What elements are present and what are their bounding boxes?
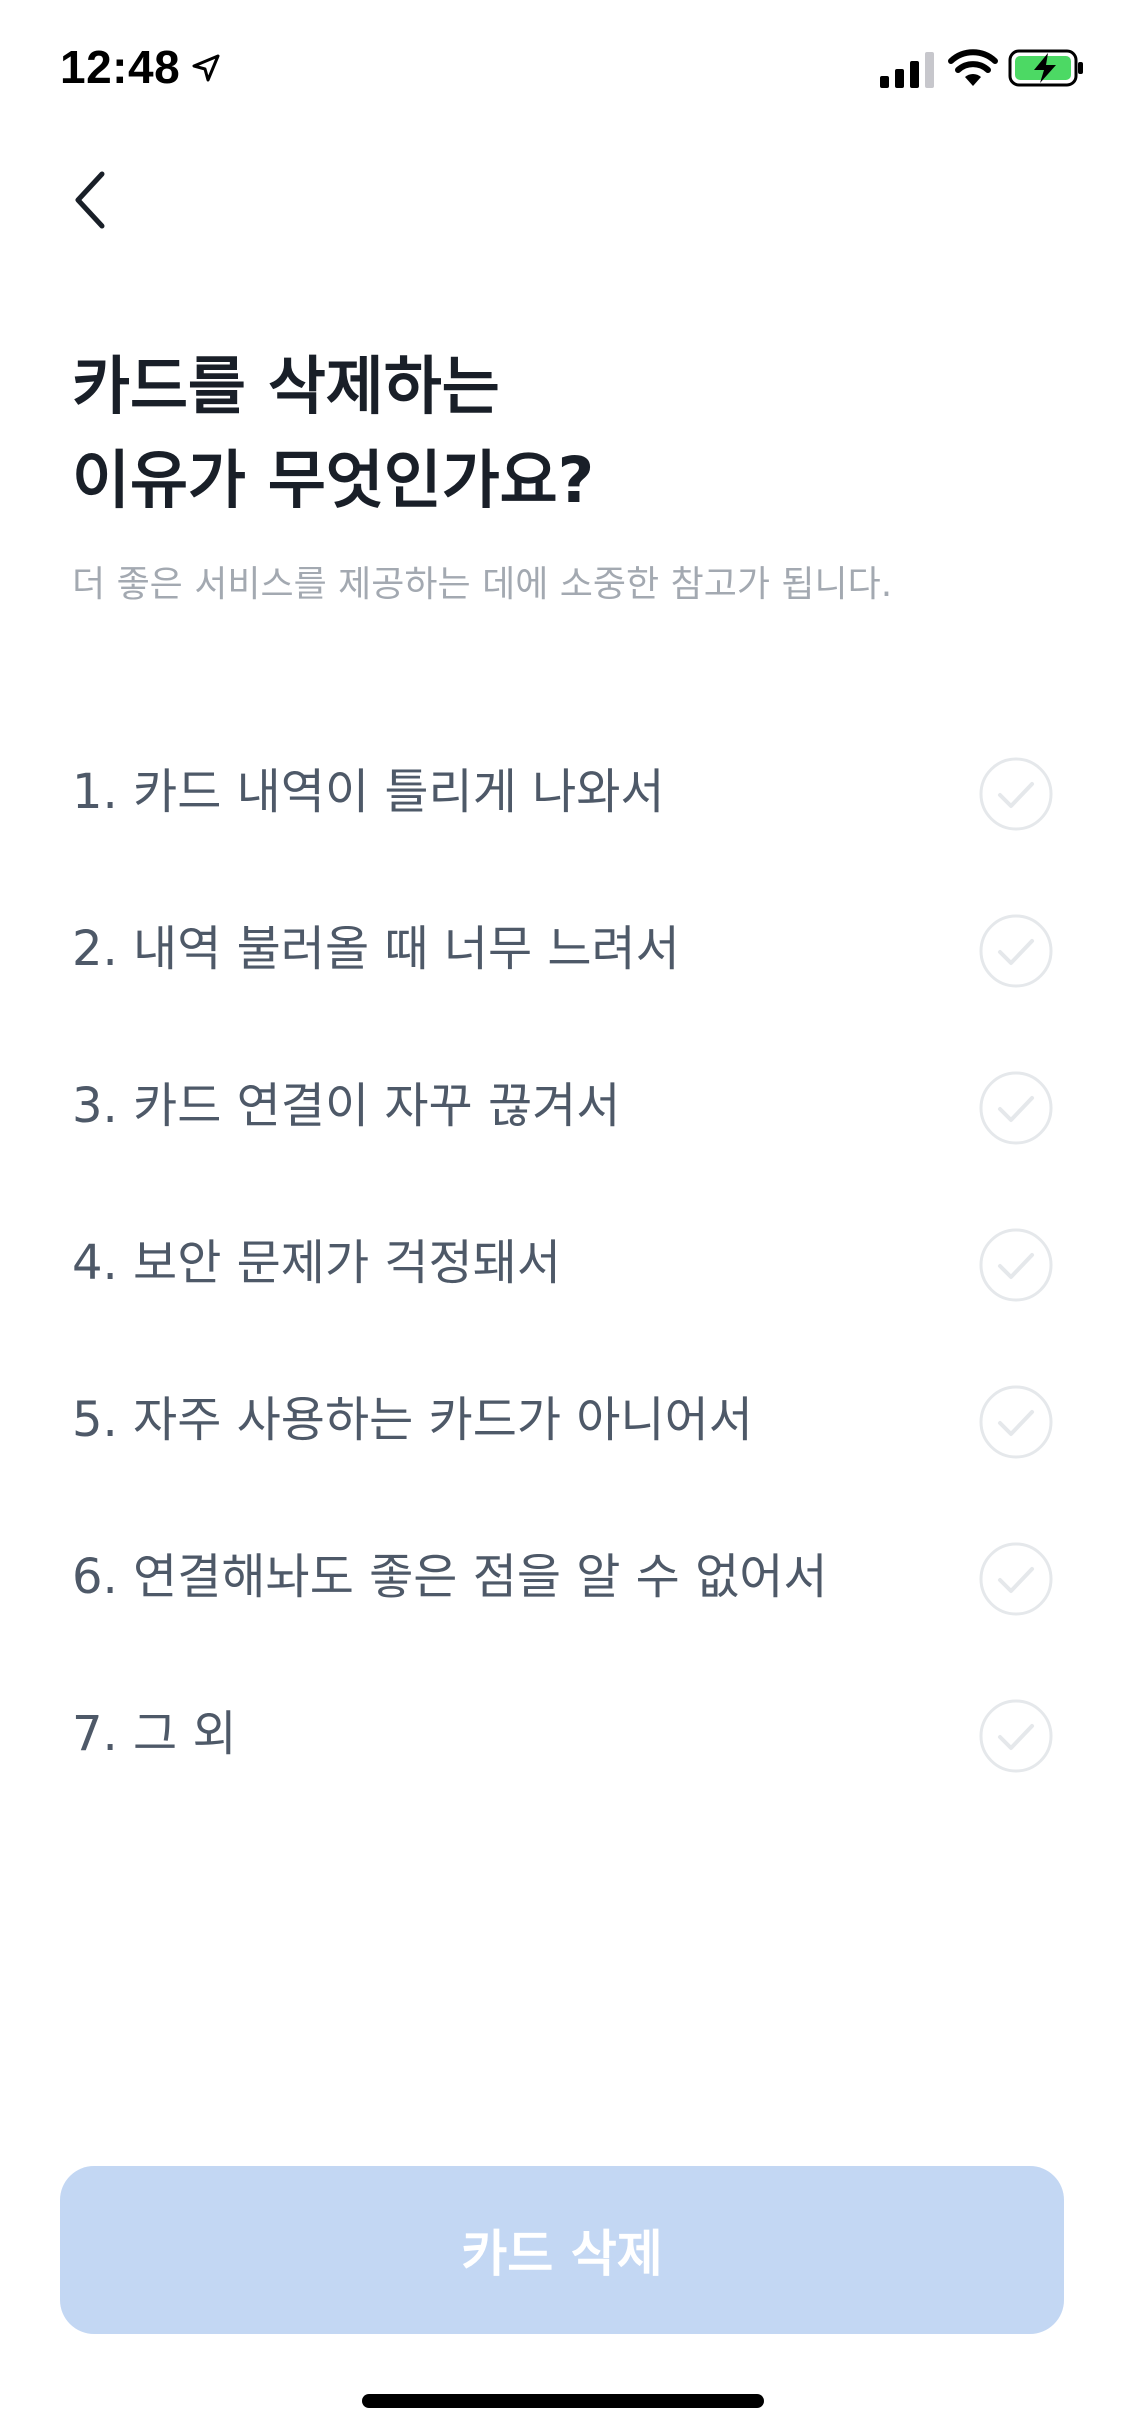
- option-label: 7. 그 외: [72, 1706, 237, 1762]
- delete-card-button-label: 카드 삭제: [461, 2225, 663, 2283]
- option-label: 3. 카드 연결이 자꾸 끊겨서: [72, 1078, 621, 1134]
- check-circle-icon[interactable]: [978, 1227, 1054, 1303]
- location-arrow-icon: [192, 54, 220, 82]
- page-title-line-1: 카드를 삭제하는: [72, 350, 500, 423]
- check-circle-icon[interactable]: [978, 1541, 1054, 1617]
- check-circle-icon[interactable]: [978, 756, 1054, 832]
- reason-option-3[interactable]: 3. 카드 연결이 자꾸 끊겨서: [0, 1030, 1125, 1187]
- option-label: 6. 연결해놔도 좋은 점을 알 수 없어서: [72, 1549, 828, 1605]
- page-title: 카드를 삭제하는 이유가 무엇인가요?: [72, 340, 1052, 528]
- reason-option-7[interactable]: 7. 그 외: [0, 1658, 1125, 1815]
- chevron-left-icon: [75, 171, 105, 229]
- status-time: 12:48: [60, 41, 181, 93]
- wifi-icon: [948, 49, 998, 86]
- reason-option-2[interactable]: 2. 내역 불러올 때 너무 느려서: [0, 873, 1125, 1030]
- check-circle-icon[interactable]: [978, 1698, 1054, 1774]
- option-label: 4. 보안 문제가 걱정돼서: [72, 1235, 562, 1291]
- home-indicator: [362, 2394, 764, 2408]
- delete-card-button[interactable]: 카드 삭제: [60, 2166, 1064, 2334]
- page-subtitle: 더 좋은 서비스를 제공하는 데에 소중한 참고가 됩니다.: [72, 564, 893, 605]
- reason-option-4[interactable]: 4. 보안 문제가 걱정돼서: [0, 1187, 1125, 1344]
- option-label: 1. 카드 내역이 틀리게 나와서: [72, 764, 665, 820]
- reason-option-list: 1. 카드 내역이 틀리게 나와서 2. 내역 불러올 때 너무 느려서 3. …: [0, 716, 1125, 1815]
- cellular-signal-icon: [880, 52, 934, 88]
- option-label: 5. 자주 사용하는 카드가 아니어서: [72, 1392, 753, 1448]
- reason-option-6[interactable]: 6. 연결해놔도 좋은 점을 알 수 없어서: [0, 1501, 1125, 1658]
- battery-charging-icon: [1008, 49, 1083, 87]
- check-circle-icon[interactable]: [978, 913, 1054, 989]
- reason-option-5[interactable]: 5. 자주 사용하는 카드가 아니어서: [0, 1344, 1125, 1501]
- status-bar: 12:48: [0, 0, 1125, 132]
- check-circle-icon[interactable]: [978, 1384, 1054, 1460]
- page-title-line-2: 이유가 무엇인가요?: [72, 444, 595, 517]
- option-label: 2. 내역 불러올 때 너무 느려서: [72, 921, 680, 977]
- back-button[interactable]: [40, 150, 140, 250]
- reason-option-1[interactable]: 1. 카드 내역이 틀리게 나와서: [0, 716, 1125, 873]
- check-circle-icon[interactable]: [978, 1070, 1054, 1146]
